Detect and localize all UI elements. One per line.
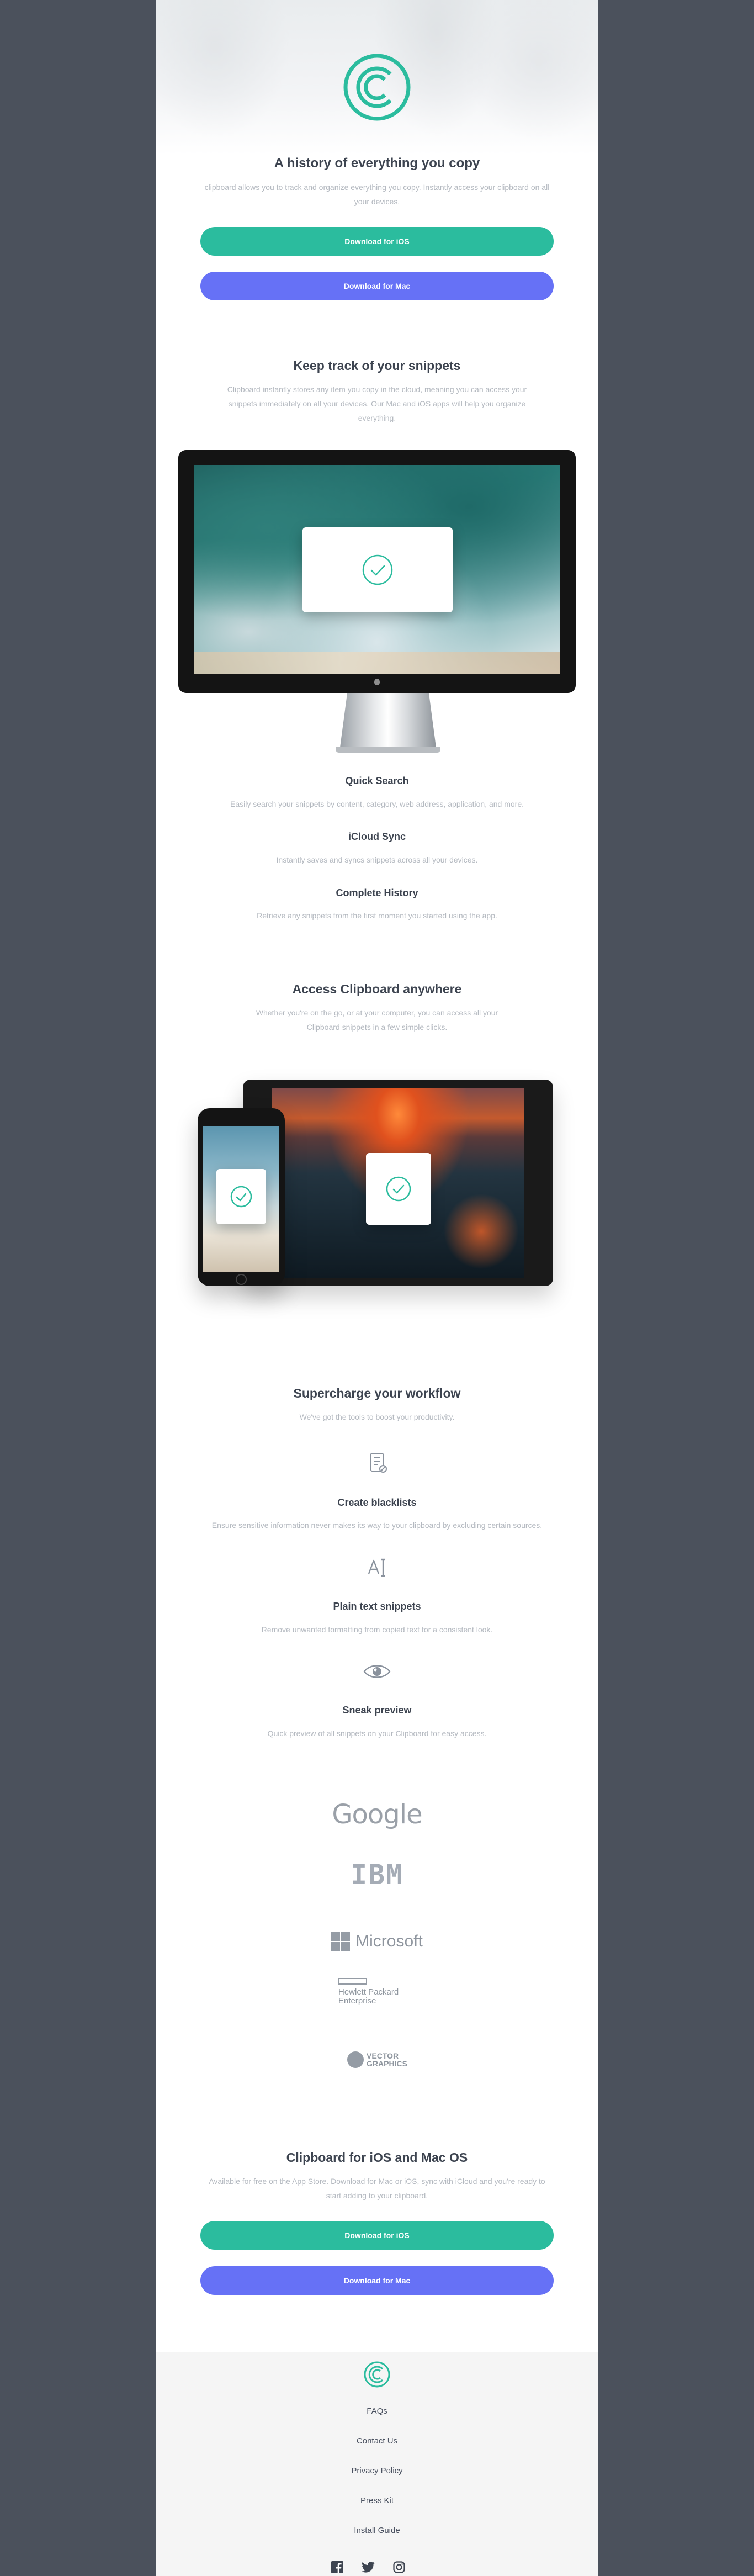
phone-illustration	[198, 1108, 285, 1286]
vector-graphics-logo: VECTOR GRAPHICS	[156, 2049, 598, 2071]
access-description: Whether you're on the go, or at your com…	[256, 1008, 498, 1032]
microsoft-wordmark: Microsoft	[355, 1932, 423, 1950]
cta-ios-download-button[interactable]: Download for iOS	[200, 2221, 554, 2250]
footer-link-install-guide[interactable]: Install Guide	[156, 2526, 598, 2535]
workflow-item-text: Ensure sensitive information never makes…	[211, 1521, 543, 1530]
tablet-card	[366, 1153, 431, 1225]
clipboard-logo-icon	[343, 54, 411, 121]
hero-description: clipboard allows you to track and organi…	[204, 183, 550, 206]
google-logo: Google	[332, 1799, 422, 1830]
hp-line-2: Enterprise	[338, 1996, 376, 2006]
check-circle-icon	[362, 554, 393, 585]
cta-title: Clipboard for iOS and Mac OS	[286, 2150, 468, 2165]
footer-link-contact[interactable]: Contact Us	[156, 2436, 598, 2446]
feature-text: Instantly saves and syncs snippets acros…	[276, 855, 478, 864]
text-icon	[368, 1558, 385, 1577]
workflow-item-text: Remove unwanted formatting from copied t…	[261, 1625, 493, 1634]
hp-line-1: Hewlett Packard	[338, 1987, 399, 1997]
feature-text: Easily search your snippets by content, …	[230, 800, 524, 808]
snippets-description: Clipboard instantly stores any item you …	[227, 385, 527, 422]
instagram-icon[interactable]	[392, 2561, 406, 2574]
twitter-icon[interactable]	[362, 2561, 375, 2574]
check-circle-icon	[230, 1186, 252, 1208]
apple-logo-icon	[374, 679, 380, 685]
feature-title: Quick Search	[345, 775, 409, 786]
feature-title: Complete History	[336, 887, 418, 898]
feature-text: Retrieve any snippets from the first mom…	[257, 911, 497, 920]
eye-icon	[363, 1665, 391, 1678]
microsoft-logo: Microsoft	[156, 1930, 598, 1953]
ibm-logo: IBM	[350, 1859, 404, 1891]
footer-link-faqs[interactable]: FAQs	[156, 2406, 598, 2416]
footer-logo-icon[interactable]	[363, 2361, 391, 2388]
vector-line-2: GRAPHICS	[367, 2059, 407, 2068]
feature-title: iCloud Sync	[348, 831, 406, 842]
workflow-title: Supercharge your workflow	[293, 1386, 461, 1400]
workflow-item-text: Quick preview of all snippets on your Cl…	[267, 1729, 487, 1738]
cta-description: Available for free on the App Store. Dow…	[209, 2177, 545, 2200]
hero-mac-download-button[interactable]: Download for Mac	[200, 272, 554, 300]
footer: FAQs Contact Us Privacy Policy Press Kit…	[156, 2352, 598, 2576]
footer-link-press-kit[interactable]: Press Kit	[156, 2496, 598, 2505]
check-circle-icon	[386, 1176, 411, 1202]
workflow-item-title: Plain text snippets	[333, 1601, 421, 1612]
hp-enterprise-logo: Hewlett Packard Enterprise	[156, 1978, 598, 2007]
workflow-item-title: Sneak preview	[342, 1705, 412, 1716]
snippets-title: Keep track of your snippets	[293, 358, 461, 373]
hero-title: A history of everything you copy	[274, 156, 480, 171]
blacklist-icon	[370, 1453, 387, 1473]
screen-card	[302, 527, 453, 612]
phone-card	[216, 1169, 266, 1224]
tablet-illustration	[243, 1080, 553, 1286]
facebook-icon[interactable]	[331, 2561, 344, 2574]
vector-line-1: VECTOR	[367, 2051, 399, 2060]
access-title: Access Clipboard anywhere	[292, 982, 462, 996]
hero-ios-download-button[interactable]: Download for iOS	[200, 227, 554, 256]
vector-graphics-circle-icon	[347, 2051, 364, 2068]
workflow-subtitle: We've got the tools to boost your produc…	[299, 1413, 455, 1421]
footer-link-privacy[interactable]: Privacy Policy	[156, 2466, 598, 2476]
workflow-item-title: Create blacklists	[337, 1497, 417, 1508]
page: A history of everything you copy clipboa…	[156, 0, 598, 2576]
microsoft-squares-icon	[331, 1932, 351, 1951]
cta-mac-download-button[interactable]: Download for Mac	[200, 2266, 554, 2295]
